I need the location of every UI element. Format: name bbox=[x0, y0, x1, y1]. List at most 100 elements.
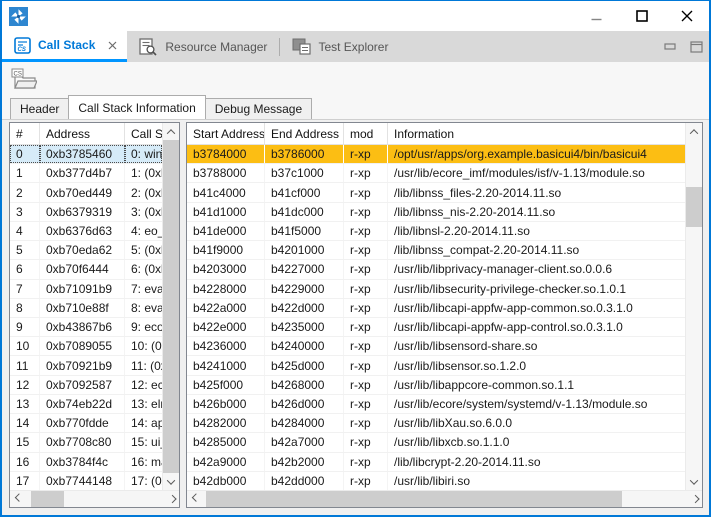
column-header[interactable]: End Address bbox=[265, 123, 344, 145]
scroll-right-button[interactable] bbox=[162, 491, 179, 507]
column-header[interactable]: Information bbox=[388, 123, 685, 145]
table-cell: 8 bbox=[10, 299, 40, 317]
table-row[interactable]: b41c4000b41cf000r-xp/lib/libnss_files-2.… bbox=[187, 183, 685, 202]
table-cell: r-xp bbox=[344, 414, 388, 432]
scroll-up-button[interactable] bbox=[163, 123, 179, 140]
title-bar[interactable] bbox=[2, 1, 709, 31]
table-row[interactable]: 110xb70921b911: (0x bbox=[10, 356, 162, 375]
table-cell: b4284000 bbox=[265, 414, 344, 432]
table-row[interactable]: 90xb43867b69: ecor bbox=[10, 318, 162, 337]
horizontal-scrollbar[interactable] bbox=[187, 490, 702, 507]
subtab-call-stack-information[interactable]: Call Stack Information bbox=[68, 95, 205, 119]
scrollbar-thumb[interactable] bbox=[163, 140, 179, 473]
open-callstack-file-button[interactable]: CS bbox=[9, 66, 39, 92]
subtab-debug-message[interactable]: Debug Message bbox=[205, 98, 312, 119]
table-row[interactable]: b426b000b426d000r-xp/usr/lib/ecore/syste… bbox=[187, 395, 685, 414]
column-header[interactable]: Address bbox=[40, 123, 125, 145]
table-row[interactable]: b41d1000b41dc000r-xp/lib/libnss_nis-2.20… bbox=[187, 203, 685, 222]
table-cell: 14: ap bbox=[125, 414, 162, 432]
table-row[interactable]: 10xb377d4b71: (0xb bbox=[10, 164, 162, 183]
table-row[interactable]: b425f000b4268000r-xp/usr/lib/libappcore-… bbox=[187, 376, 685, 395]
table-row[interactable]: b42a9000b42b2000r-xp/lib/libcrypt-2.20-2… bbox=[187, 453, 685, 472]
table-cell: r-xp bbox=[344, 222, 388, 240]
close-button[interactable] bbox=[664, 1, 709, 31]
panel-window-button[interactable] bbox=[683, 31, 709, 62]
table-row[interactable]: 60xb70f64446: (0xb bbox=[10, 260, 162, 279]
table-row[interactable]: 80xb710e88f8: evas bbox=[10, 299, 162, 318]
table-row[interactable]: 130xb74eb22d13: elm bbox=[10, 395, 162, 414]
table-cell: /usr/lib/libsensord-share.so bbox=[388, 337, 685, 355]
collapse-panel-button[interactable] bbox=[657, 31, 683, 62]
subtab-label: Header bbox=[20, 102, 59, 116]
scroll-down-button[interactable] bbox=[686, 473, 702, 490]
maximize-button[interactable] bbox=[619, 1, 664, 31]
column-header[interactable]: Start Address bbox=[187, 123, 265, 145]
scrollbar-thumb[interactable] bbox=[206, 491, 622, 507]
tab-resource-manager[interactable]: Resource Manager bbox=[127, 31, 279, 62]
table-row[interactable]: b422a000b422d000r-xp/usr/lib/libcapi-app… bbox=[187, 299, 685, 318]
minimize-button[interactable] bbox=[574, 1, 619, 31]
table-row[interactable]: 140xb770fdde14: ap bbox=[10, 414, 162, 433]
table-cell: 4 bbox=[10, 222, 40, 240]
table-row[interactable]: 50xb70eda625: (0xb bbox=[10, 241, 162, 260]
table-row[interactable]: b4241000b425d000r-xp/usr/lib/libsensor.s… bbox=[187, 356, 685, 375]
table-row[interactable]: b42db000b42dd000r-xp/usr/lib/libiri.so bbox=[187, 472, 685, 490]
table-cell: b422e000 bbox=[187, 318, 265, 336]
scrollbar-track[interactable] bbox=[686, 140, 702, 473]
table-row[interactable]: b4203000b4227000r-xp/usr/lib/libprivacy-… bbox=[187, 260, 685, 279]
table-row[interactable]: 120xb709258712: eco bbox=[10, 376, 162, 395]
vertical-scrollbar[interactable] bbox=[685, 123, 702, 490]
column-header[interactable]: # bbox=[10, 123, 40, 145]
tab-close-icon[interactable] bbox=[108, 41, 117, 50]
scroll-up-button[interactable] bbox=[686, 123, 702, 140]
table-cell: 12 bbox=[10, 376, 40, 394]
table-row[interactable]: b4282000b4284000r-xp/usr/lib/libXau.so.6… bbox=[187, 414, 685, 433]
table-cell: 9 bbox=[10, 318, 40, 336]
column-header[interactable]: Call Stack bbox=[125, 123, 162, 145]
table-cell: /lib/libnss_files-2.20-2014.11.so bbox=[388, 183, 685, 201]
table-row[interactable]: 170xb774414817: (0x bbox=[10, 472, 162, 490]
table-row[interactable]: 40xb6376d634: eo_e bbox=[10, 222, 162, 241]
column-header[interactable]: mod bbox=[344, 123, 388, 145]
table-row[interactable]: b4236000b4240000r-xp/usr/lib/libsensord-… bbox=[187, 337, 685, 356]
scrollbar-track[interactable] bbox=[204, 491, 685, 507]
table-row[interactable]: 100xb708905510: (0x bbox=[10, 337, 162, 356]
table-cell: r-xp bbox=[344, 260, 388, 278]
scroll-right-button[interactable] bbox=[685, 491, 702, 507]
table-row[interactable]: b41f9000b4201000r-xp/lib/libnss_compat-2… bbox=[187, 241, 685, 260]
table-cell: b4203000 bbox=[187, 260, 265, 278]
scroll-down-button[interactable] bbox=[163, 473, 179, 490]
table-row[interactable]: b3788000b37c1000r-xp/usr/lib/ecore_imf/m… bbox=[187, 164, 685, 183]
table-row[interactable]: 20xb70ed4492: (0xb bbox=[10, 183, 162, 202]
table-row[interactable]: 160xb3784f4c16: ma bbox=[10, 453, 162, 472]
table-row[interactable]: 70xb71091b97: evas bbox=[10, 280, 162, 299]
table-cell: 0xb6376d63 bbox=[40, 222, 125, 240]
horizontal-scrollbar[interactable] bbox=[10, 490, 179, 507]
table-cell: 11: (0x bbox=[125, 356, 162, 374]
scroll-left-button[interactable] bbox=[187, 491, 204, 507]
app-logo-icon bbox=[9, 7, 28, 26]
table-cell: /usr/lib/ecore/system/systemd/v-1.13/mod… bbox=[388, 395, 685, 413]
table-row[interactable]: b41de000b41f5000r-xp/lib/libnsl-2.20-201… bbox=[187, 222, 685, 241]
scrollbar-track[interactable] bbox=[163, 140, 179, 473]
subtab-header[interactable]: Header bbox=[10, 98, 69, 119]
table-row[interactable]: 30xb63793193: (0xb bbox=[10, 203, 162, 222]
vertical-scrollbar[interactable] bbox=[162, 123, 179, 490]
table-row[interactable]: 00xb37854600: win bbox=[10, 145, 162, 164]
table-header-row: #AddressCall Stack bbox=[10, 123, 162, 145]
table-row[interactable]: b422e000b4235000r-xp/usr/lib/libcapi-app… bbox=[187, 318, 685, 337]
table-cell: b3784000 bbox=[187, 145, 265, 163]
table-row[interactable]: b4228000b4229000r-xp/usr/lib/libsecurity… bbox=[187, 280, 685, 299]
scrollbar-thumb[interactable] bbox=[31, 491, 64, 507]
table-cell: /usr/lib/libsecurity-privilege-checker.s… bbox=[388, 280, 685, 298]
scrollbar-track[interactable] bbox=[27, 491, 162, 507]
table-cell: /opt/usr/apps/org.example.basicui4/bin/b… bbox=[388, 145, 685, 163]
tab-test-explorer[interactable]: Test Explorer bbox=[280, 31, 400, 62]
scrollbar-thumb[interactable] bbox=[686, 187, 702, 227]
table-row[interactable]: b4285000b42a7000r-xp/usr/lib/libxcb.so.1… bbox=[187, 433, 685, 452]
table-cell: r-xp bbox=[344, 183, 388, 201]
table-row[interactable]: 150xb7708c8015: ui_ bbox=[10, 433, 162, 452]
table-row[interactable]: b3784000b3786000r-xp/opt/usr/apps/org.ex… bbox=[187, 145, 685, 164]
tab-call-stack[interactable]: CS Call Stack bbox=[2, 31, 127, 62]
scroll-left-button[interactable] bbox=[10, 491, 27, 507]
